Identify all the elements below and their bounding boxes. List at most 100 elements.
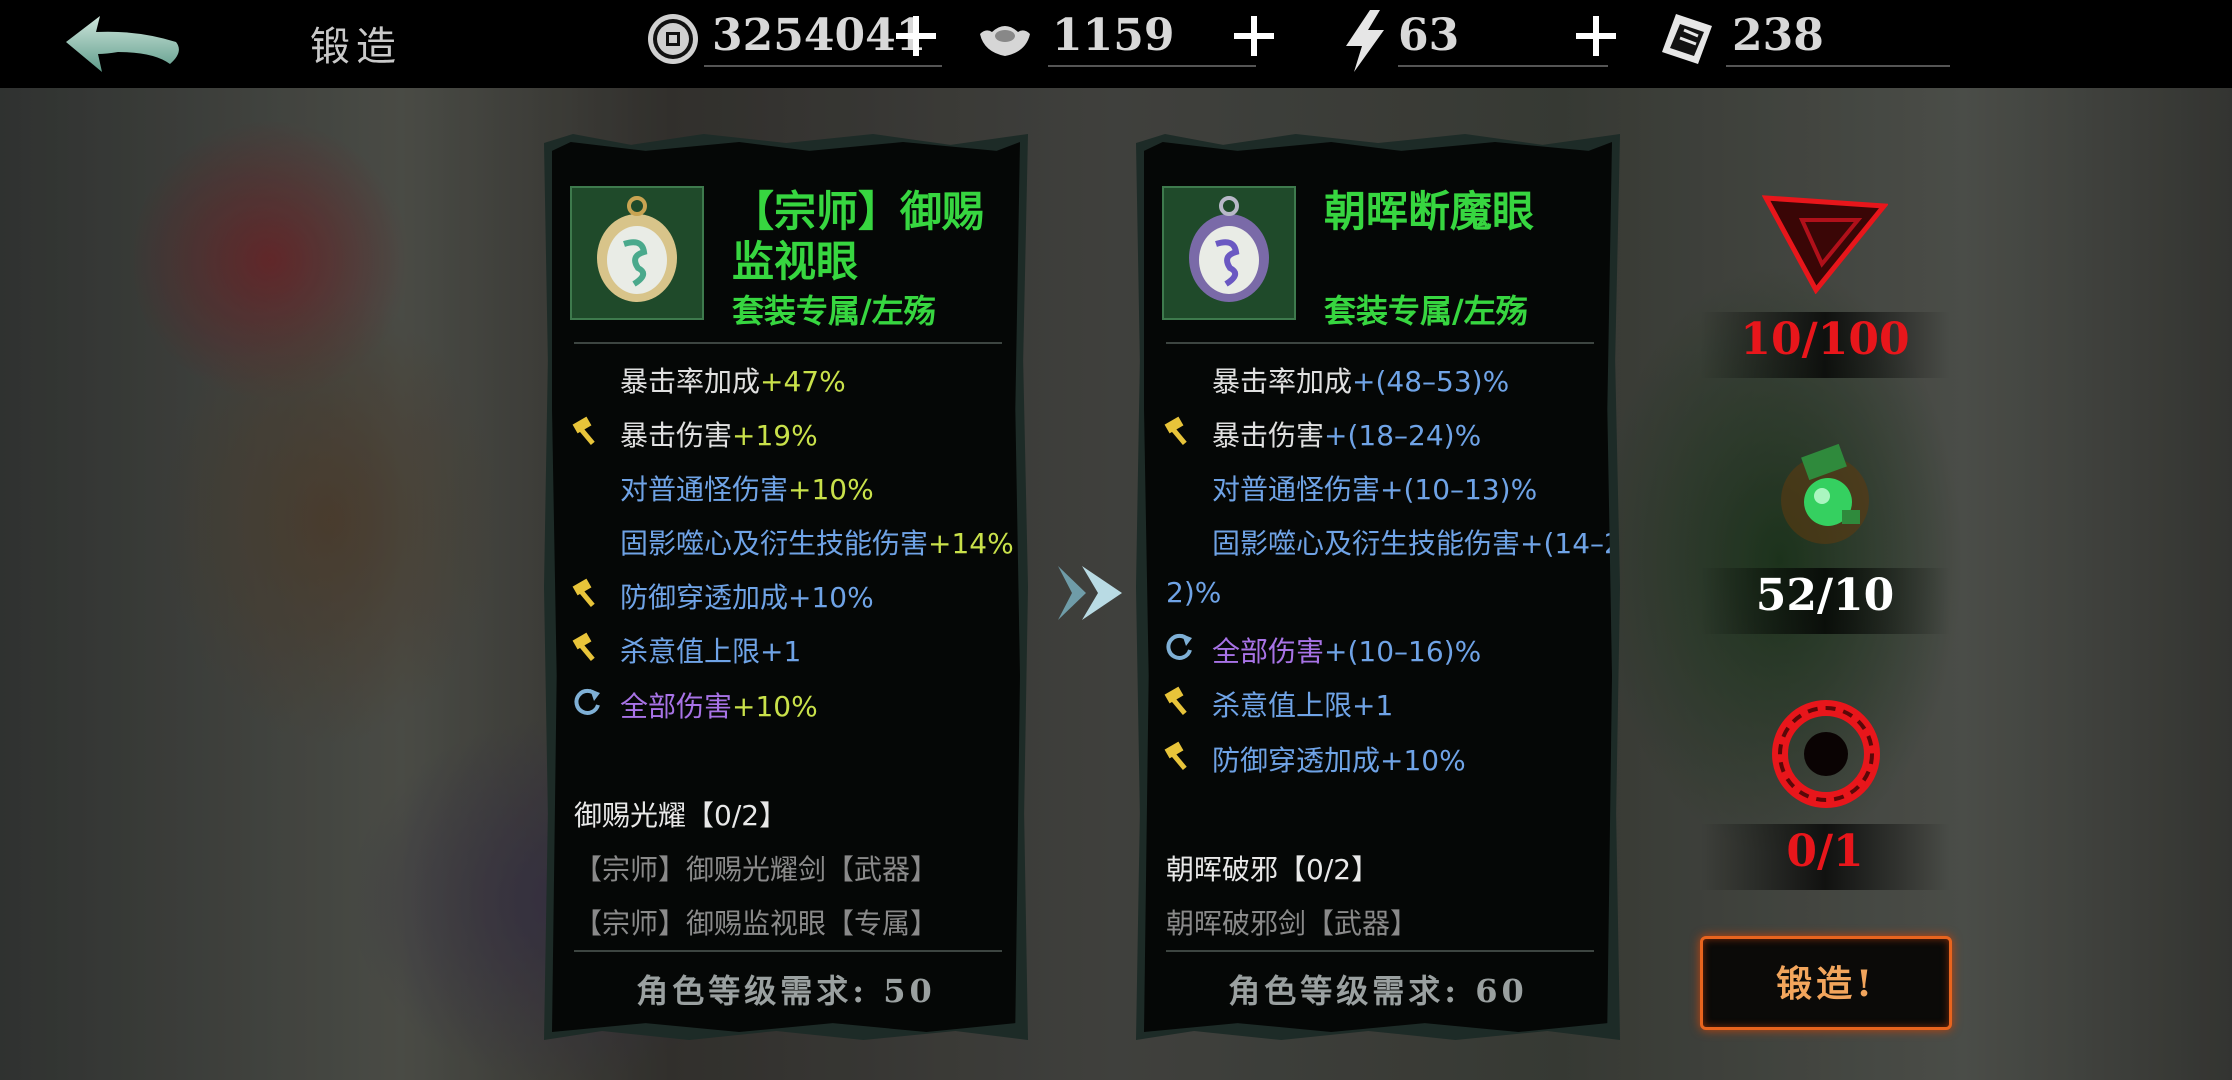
stat-label: 暴击伤害 [1212,419,1325,452]
set-item: 朝晖破邪剑【武器】 [1166,907,1419,940]
stat-label: 全部伤害 [1212,635,1325,668]
set-title: 御赐光耀【0/2】 [574,799,788,832]
stat-row: 杀意值上限+1 [620,630,801,670]
refresh-icon [574,688,600,715]
back-arrow-icon[interactable] [58,12,188,78]
divider [1166,950,1594,952]
stat-value: +10% [732,690,818,723]
hammer-icon [572,632,595,661]
stat-row: 固影噬心及衍生技能伤害+(14–2 [1212,522,1622,562]
stat-value: +(48–53)% [1352,365,1510,398]
divider [1166,342,1594,344]
stat-row: 对普通怪伤害+(10–13)% [1212,468,1537,508]
stat-row: 暴击率加成+47% [620,360,846,400]
target-item-name: 朝晖断魔眼 [1324,187,1535,236]
silver-value: 1159 [1052,10,1175,61]
stat-label: 防御穿透加成 [1212,744,1381,777]
stat-label: 杀意值上限 [620,635,761,668]
stat-label: 暴击率加成 [620,365,761,398]
hammer-icon [1164,416,1187,445]
forge-button[interactable]: 锻造! [1700,936,1952,1030]
silver-resource: 1159 [976,10,1286,70]
stat-value: +10% [788,473,874,506]
stat-value: 2)% [1166,576,1222,609]
red-ring-material-icon[interactable] [1766,694,1886,814]
stat-row: 暴击率加成+(48–53)% [1212,360,1509,400]
stat-row: 暴击伤害+19% [620,414,818,454]
level-requirement: 角色等级需求: 50 [636,972,936,1010]
hammer-icon [572,578,595,607]
add-silver-button[interactable] [1232,14,1276,58]
stat-value: +(10–16)% [1324,635,1482,668]
hammer-icon [1164,686,1187,715]
stat-row: 防御穿透加成+10% [1212,739,1466,779]
ticket-value: 238 [1732,10,1824,61]
stat-row: 全部伤害+10% [620,685,818,725]
lightning-icon [1346,10,1384,72]
double-chevron-right-icon [1058,566,1122,620]
page-title: 锻造 [310,24,402,70]
silver-underline [1048,65,1256,67]
target-item-panel: 朝晖断魔眼 套装专属/左殇 暴击率加成+(48–53)% 暴击伤害+(18–24… [1144,142,1612,1032]
coin-icon [648,14,698,64]
divider [574,950,1002,952]
stat-label: 暴击伤害 [620,419,733,452]
coin-underline [704,65,942,67]
ticket-resource: 238 [1658,10,1958,70]
silver-ingot-icon [980,26,1030,56]
stat-value: +(10–13)% [1380,473,1538,506]
current-item-name-line2: 监视眼 [732,237,859,286]
stat-row: 防御穿透加成+10% [620,576,874,616]
stat-value: +1 [760,635,802,668]
stat-value: +(14–2 [1520,527,1622,560]
ticket-underline [1726,65,1950,67]
add-energy-button[interactable] [1574,14,1618,58]
refresh-icon [1166,633,1192,660]
set-item: 【宗师】御赐监视眼【专属】 [574,907,939,940]
stat-value: +14% [928,527,1014,560]
stat-value: +47% [760,365,846,398]
target-item-icon [1162,186,1296,320]
set-item: 【宗师】御赐光耀剑【武器】 [574,853,939,886]
stat-row-wrap: 2)% [1166,576,1221,609]
stat-row: 杀意值上限+1 [1212,684,1393,724]
red-triangle-material-icon[interactable] [1762,190,1888,294]
stat-label: 全部伤害 [620,690,733,723]
energy-resource: 63 [1340,10,1640,72]
set-title: 朝晖破邪【0/2】 [1166,853,1380,886]
add-coin-button[interactable] [894,14,938,58]
level-requirement: 角色等级需求: 60 [1228,972,1528,1010]
material-count: 0/1 [1786,826,1864,877]
stat-value: +10% [788,581,874,614]
divider [574,342,1002,344]
material-count: 10/100 [1740,314,1910,365]
current-item-panel: 【宗师】御赐 监视眼 套装专属/左殇 暴击率加成+47% 暴击伤害+19% 对普… [552,142,1020,1032]
green-gem-material-icon[interactable] [1770,440,1880,550]
energy-value: 63 [1398,10,1460,61]
stat-value: +10% [1380,744,1466,777]
stat-row: 暴击伤害+(18–24)% [1212,414,1481,454]
stat-label: 固影噬心及衍生技能伤害 [620,527,929,560]
ticket-icon [1662,14,1712,64]
stat-value: +(18–24)% [1324,419,1482,452]
hammer-icon [1164,741,1187,770]
stat-row: 固影噬心及衍生技能伤害+14% [620,522,1014,562]
stat-label: 固影噬心及衍生技能伤害 [1212,527,1521,560]
coin-resource: 3254041 [644,10,944,70]
energy-underline [1398,65,1608,67]
material-count: 52/10 [1755,570,1895,621]
stat-row: 全部伤害+(10–16)% [1212,630,1481,670]
current-item-icon [570,186,704,320]
stat-label: 对普通怪伤害 [1212,473,1381,506]
target-item-subtitle: 套装专属/左殇 [1324,292,1528,330]
stat-row: 对普通怪伤害+10% [620,468,874,508]
material-costs: 10/100 52/10 0/1 [1650,150,2000,1020]
current-item-name-line1: 【宗师】御赐 [732,187,985,236]
stat-label: 对普通怪伤害 [620,473,789,506]
stat-value: +1 [1352,689,1394,722]
stat-label: 暴击率加成 [1212,365,1353,398]
forge-button-label: 锻造! [1776,963,1876,1005]
stat-label: 防御穿透加成 [620,581,789,614]
stat-label: 杀意值上限 [1212,689,1353,722]
stat-value: +19% [732,419,818,452]
